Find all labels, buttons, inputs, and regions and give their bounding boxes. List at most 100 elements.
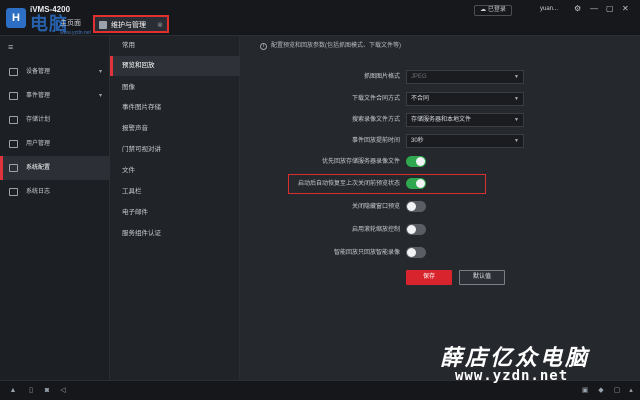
- setting-label: 启动后自动恢复至上次关闭前预览状态: [297, 181, 400, 187]
- sidebar-item-system-config[interactable]: 系统配置: [0, 156, 110, 180]
- default-button[interactable]: 默认值: [459, 270, 505, 285]
- setting-row-restore-preview: 启动后自动恢复至上次关闭前预览状态: [240, 177, 640, 191]
- close-button[interactable]: ✕: [622, 4, 629, 13]
- toggle-knob: [416, 179, 425, 188]
- minimize-button[interactable]: —: [590, 4, 598, 13]
- event-icon: [9, 92, 18, 100]
- volume-icon[interactable]: ◁: [58, 386, 68, 396]
- log-icon: [9, 188, 18, 196]
- setting-label: 抓图图片格式: [363, 74, 400, 80]
- fullscreen-icon[interactable]: ▢: [612, 386, 622, 396]
- subnav-item-toolbar[interactable]: 工具栏: [110, 182, 240, 202]
- smart-playback-toggle[interactable]: [406, 247, 426, 258]
- subnav-item-general[interactable]: 常用: [110, 36, 240, 56]
- settings-subnav: 常用 预览和回放 图像 事件图片存储 报警声音 门禁可视对讲 文件 工具栏 电子…: [110, 36, 240, 380]
- setting-label: 关闭隐藏窗口预览: [351, 204, 400, 210]
- capture-format-select[interactable]: JPEG ▼: [406, 70, 524, 84]
- search-mode-select[interactable]: 存储服务器和本地文件 ▼: [406, 113, 524, 127]
- tab-home[interactable]: 主页面: [60, 15, 81, 33]
- sidebar-item-device-management[interactable]: 设备管理 ▾: [0, 60, 110, 84]
- camera-icon[interactable]: ◙: [42, 386, 52, 396]
- setting-label: 下载文件合同方式: [351, 96, 400, 102]
- watermark-url: www.yzdn.net: [455, 368, 569, 384]
- sidebar-item-label: 系统配置: [26, 165, 51, 171]
- tab-home-label: 主页面: [60, 20, 81, 27]
- page-hint-text: 配置预览和回放参数(包括抓图模式、下载文件等): [271, 43, 401, 49]
- sidebar-item-storage-schedule[interactable]: 存储计划: [0, 108, 110, 132]
- toggle-knob: [416, 157, 425, 166]
- info-icon: i: [260, 43, 267, 50]
- select-value: 存储服务器和本地文件: [411, 117, 472, 123]
- storage-icon: [9, 116, 18, 124]
- subnav-item-preview-playback[interactable]: 预览和回放: [110, 56, 240, 76]
- chevron-down-icon: ▼: [514, 74, 519, 80]
- sidebar-item-system-log[interactable]: 系统日志: [0, 180, 110, 204]
- speaker-icon[interactable]: ◆: [596, 386, 606, 396]
- sidebar-item-label: 系统日志: [26, 189, 51, 195]
- alert-icon[interactable]: ▲: [8, 386, 18, 396]
- subnav-item-image[interactable]: 图像: [110, 78, 240, 98]
- sidebar-item-label: 设备管理: [26, 69, 51, 75]
- subnav-item-video-intercom[interactable]: 门禁可视对讲: [110, 140, 240, 160]
- chevron-down-icon: ▼: [514, 138, 519, 144]
- toggle-knob: [407, 225, 416, 234]
- subnav-item-email[interactable]: 电子邮件: [110, 203, 240, 223]
- sidebar-item-label: 事件管理: [26, 93, 51, 99]
- user-name[interactable]: yuan...: [540, 6, 558, 18]
- select-value: 30秒: [411, 138, 424, 144]
- chevron-down-icon: ▼: [514, 117, 519, 123]
- restore-preview-toggle[interactable]: [406, 178, 426, 189]
- page-hint: i 配置预览和回放参数(包括抓图模式、下载文件等): [260, 40, 401, 50]
- lock-icon[interactable]: ▣: [580, 386, 590, 396]
- menu-toggle-icon[interactable]: ≡: [8, 42, 13, 52]
- trash-icon[interactable]: ▯: [26, 386, 36, 396]
- maximize-button[interactable]: ▢: [606, 4, 614, 13]
- app-logo: H: [6, 8, 26, 28]
- sidebar-item-event-management[interactable]: 事件管理 ▾: [0, 84, 110, 108]
- settings-icon[interactable]: ⚙: [574, 4, 581, 13]
- setting-row-event-pre-time: 事件回放提前时间 30秒 ▼: [240, 134, 640, 148]
- sidebar-item-user-management[interactable]: 用户管理: [0, 132, 110, 156]
- setting-label: 智能回放只回放智能录像: [333, 250, 400, 256]
- chevron-down-icon: ▾: [98, 69, 102, 75]
- maintenance-icon: [99, 21, 107, 29]
- login-status-button[interactable]: ☁ 已登录: [474, 5, 512, 16]
- subnav-item-alarm-sound[interactable]: 报警声音: [110, 119, 240, 139]
- chevron-down-icon: ▼: [514, 96, 519, 102]
- settings-content: i 配置预览和回放参数(包括抓图模式、下载文件等) 抓图图片格式 JPEG ▼ 下…: [240, 36, 640, 380]
- toggle-knob: [407, 248, 416, 257]
- save-button[interactable]: 保存: [406, 270, 452, 285]
- subnav-item-service-auth[interactable]: 服务组件认证: [110, 224, 240, 244]
- setting-row-search-mode: 搜索录像文件方式 存储服务器和本地文件 ▼: [240, 113, 640, 127]
- up-icon[interactable]: ▴: [626, 386, 636, 396]
- tab-maintenance[interactable]: 维护与管理 ⊗: [93, 15, 169, 33]
- subnav-item-file[interactable]: 文件: [110, 161, 240, 181]
- hide-window-toggle[interactable]: [406, 201, 426, 212]
- setting-row-wheel-zoom: 启用滚轮缩放控制: [240, 223, 640, 237]
- event-pre-time-select[interactable]: 30秒 ▼: [406, 134, 524, 148]
- setting-row-prefer-server: 优先回放存储服务器录像文件: [240, 155, 640, 169]
- setting-row-capture-format: 抓图图片格式 JPEG ▼: [240, 70, 640, 84]
- subnav-item-event-picture-storage[interactable]: 事件图片存储: [110, 98, 240, 118]
- setting-label: 优先回放存储服务器录像文件: [321, 159, 400, 165]
- device-icon: [9, 68, 18, 76]
- tab-close-icon[interactable]: ⊗: [157, 17, 163, 35]
- setting-row-smart-playback: 智能回放只回放智能录像: [240, 246, 640, 260]
- toggle-knob: [407, 202, 416, 211]
- tab-maintenance-label: 维护与管理: [111, 22, 146, 29]
- chevron-down-icon: ▾: [98, 93, 102, 99]
- select-value: 不合同: [411, 96, 430, 102]
- cloud-icon: ☁: [480, 7, 487, 13]
- sidebar-item-label: 用户管理: [26, 141, 51, 147]
- setting-row-hide-window: 关闭隐藏窗口预览: [240, 200, 640, 214]
- wheel-zoom-toggle[interactable]: [406, 224, 426, 235]
- gear-icon: [9, 164, 18, 172]
- download-merge-select[interactable]: 不合同 ▼: [406, 92, 524, 106]
- prefer-server-toggle[interactable]: [406, 156, 426, 167]
- setting-row-download-merge: 下载文件合同方式 不合同 ▼: [240, 92, 640, 106]
- sidebar-item-label: 存储计划: [26, 117, 51, 123]
- user-icon: [9, 140, 18, 148]
- sidebar: ≡ 设备管理 ▾ 事件管理 ▾ 存储计划 用户管理 系统配置 系统日志: [0, 36, 110, 380]
- setting-label: 事件回放提前时间: [351, 138, 400, 144]
- setting-label: 启用滚轮缩放控制: [351, 227, 400, 233]
